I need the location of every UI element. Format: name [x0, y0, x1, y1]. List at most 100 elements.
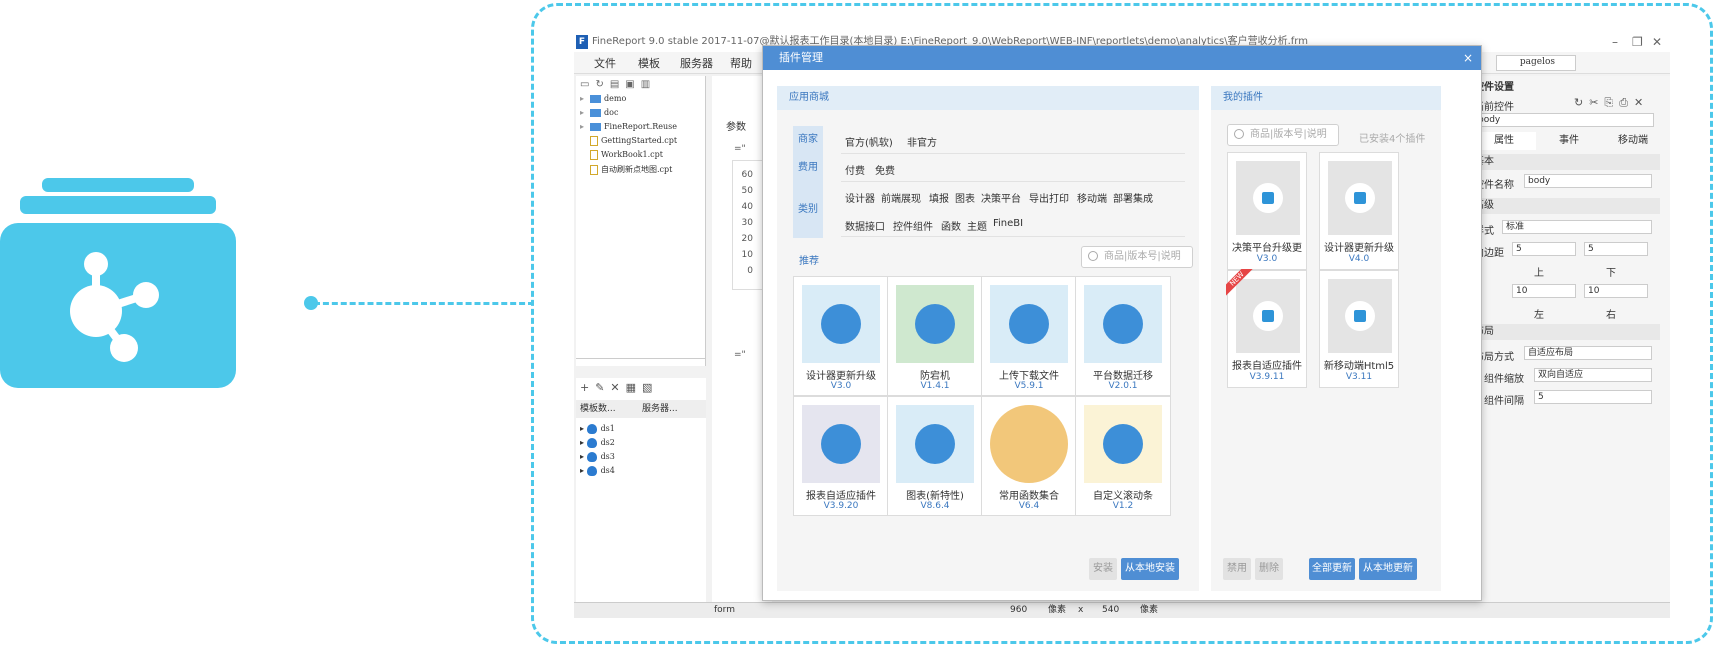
installed-plugin-card[interactable]: 新移动端Html5 V3.11 — [1319, 270, 1399, 388]
widget-select[interactable]: body — [1474, 113, 1654, 127]
category-data-interface[interactable]: 数据接口 — [845, 218, 885, 233]
tree-item[interactable]: WorkBook1.cpt — [580, 150, 663, 160]
gap-input[interactable]: 5 — [1534, 390, 1652, 404]
install-local-button[interactable]: 从本地安装 — [1121, 558, 1179, 580]
widget-toolbar-icons[interactable]: ↻✂⎘⎙✕ — [1574, 96, 1649, 110]
plugin-thumbnail-icon — [990, 285, 1068, 363]
store-plugin-card[interactable]: 报表自适应插件 V3.9.20 — [793, 396, 889, 516]
plugin-thumbnail-icon — [1084, 285, 1162, 363]
tree-item[interactable]: GettingStarted.cpt — [580, 136, 677, 146]
store-plugin-card[interactable]: 防宕机 V1.4.1 — [887, 276, 983, 396]
minimize-icon[interactable]: – — [1612, 32, 1618, 52]
plugin-version: V3.9.20 — [823, 501, 859, 511]
category-widgets[interactable]: 控件组件 — [893, 218, 933, 233]
filter-tab-category[interactable]: 类别 — [793, 182, 823, 238]
tree-item[interactable]: ▸ doc — [580, 108, 618, 117]
section-layout[interactable]: 布局 — [1472, 324, 1660, 340]
category-mobile[interactable]: 移动端 — [1077, 190, 1107, 205]
disable-button[interactable]: 禁用 — [1223, 558, 1251, 580]
tree-item[interactable]: 自动刷新点地图.cpt — [580, 164, 672, 175]
new-badge: NEW — [1226, 269, 1256, 299]
close-window-icon[interactable]: ✕ — [1652, 32, 1662, 52]
plugin-version: V3.0 — [830, 381, 852, 391]
menu-server[interactable]: 服务器 — [680, 55, 713, 71]
dataset-item[interactable]: ▸ ds4 — [580, 466, 615, 476]
category-functions[interactable]: 函数 — [941, 218, 961, 233]
install-button[interactable]: 安装 — [1089, 558, 1117, 580]
menu-file[interactable]: 文件 — [594, 55, 616, 71]
store-plugin-card[interactable]: 上传下载文件 V5.9.1 — [981, 276, 1077, 396]
layout-mode-select[interactable]: 自适应布局 — [1524, 346, 1652, 360]
tab-server-ds[interactable]: 服务器... — [642, 400, 678, 418]
category-chart[interactable]: 图表 — [955, 190, 975, 205]
tab-template-ds[interactable]: 模板数... — [580, 400, 616, 418]
my-plugins-search-input[interactable]: 商品|版本号|说明 — [1227, 124, 1339, 146]
dialog-close-button[interactable]: × — [1463, 46, 1473, 70]
app-store-pane: 应用商城 商家 费用 类别 官方(帆软) 非官方 付费 免费 设计器 前端展现 … — [777, 86, 1199, 591]
widget-name-input[interactable]: body — [1524, 174, 1652, 188]
update-local-button[interactable]: 从本地更新 — [1359, 558, 1417, 580]
fee-free[interactable]: 免费 — [875, 162, 895, 177]
filter-tab-fee[interactable]: 费用 — [793, 154, 823, 182]
installed-plugin-card[interactable]: NEW 报表自适应插件 V3.9.11 — [1226, 269, 1307, 388]
dir-bottom: 下 — [1606, 268, 1616, 279]
section-advanced[interactable]: 高级 — [1472, 198, 1660, 214]
store-plugin-card[interactable]: 自定义滚动条 V1.2 — [1075, 396, 1171, 516]
installed-plugin-card[interactable]: 决策平台升级更 V3.0 — [1227, 152, 1307, 270]
plugin-thumbnail-icon — [1084, 405, 1162, 483]
padding-right-input[interactable]: 10 — [1584, 284, 1648, 298]
menu-template[interactable]: 模板 — [638, 55, 660, 71]
category-finebi[interactable]: FineBI — [993, 218, 1023, 229]
store-plugin-card[interactable]: 设计器更新升级 V3.0 — [793, 276, 889, 396]
update-all-button[interactable]: 全部更新 — [1309, 558, 1355, 580]
settings-tabs: 属性 事件 移动端 — [1472, 132, 1666, 150]
plugin-thumbnail-icon — [1328, 279, 1392, 353]
padding-bottom-input[interactable]: 5 — [1584, 242, 1648, 256]
top-input[interactable]: pagelos — [1496, 55, 1576, 71]
datasource-pane: +✎✕▦▧ 模板数... 服务器... ▸ ds1 ▸ ds2 ▸ ds3 ▸ … — [576, 378, 706, 608]
installed-plugin-card[interactable]: 设计器更新升级 V4.0 — [1319, 152, 1399, 270]
dataset-item[interactable]: ▸ ds3 — [580, 452, 615, 462]
style-input[interactable]: 标准 — [1502, 220, 1652, 234]
plugin-name: 图表(新特性) — [906, 491, 964, 502]
tab-events[interactable]: 事件 — [1538, 132, 1600, 150]
category-platform[interactable]: 决策平台 — [981, 190, 1021, 205]
store-plugin-card[interactable]: 平台数据迁移 V2.0.1 — [1075, 276, 1171, 396]
category-fill[interactable]: 填报 — [929, 190, 949, 205]
plugin-thumbnail-icon — [896, 285, 974, 363]
tree-item[interactable]: ▸ FineReport.Reuse — [580, 122, 677, 131]
category-deploy[interactable]: 部署集成 — [1113, 190, 1153, 205]
datasource-toolbar: +✎✕▦▧ — [580, 381, 659, 394]
dir-top: 上 — [1534, 268, 1544, 279]
merchant-official[interactable]: 官方(帆软) — [845, 134, 893, 149]
scale-select[interactable]: 双向自适应 — [1534, 368, 1652, 382]
category-designer[interactable]: 设计器 — [845, 190, 875, 205]
menu-help[interactable]: 帮助 — [730, 55, 752, 71]
padding-left-input[interactable]: 10 — [1512, 284, 1576, 298]
store-plugin-card[interactable]: 图表(新特性) V8.6.4 — [887, 396, 983, 516]
delete-button[interactable]: 删除 — [1255, 558, 1283, 580]
merchant-unofficial[interactable]: 非官方 — [907, 134, 937, 149]
tab-mobile[interactable]: 移动端 — [1602, 132, 1664, 150]
plugin-version: V5.9.1 — [1014, 381, 1044, 391]
section-basic[interactable]: 基本 — [1472, 154, 1660, 170]
padding-top-input[interactable]: 5 — [1512, 242, 1576, 256]
dataset-item[interactable]: ▸ ds2 — [580, 438, 615, 448]
plugin-manager-dialog: 插件管理 × 应用商城 商家 费用 类别 官方(帆软) 非官方 付费 免费 设计… — [762, 45, 1482, 601]
dialog-header: 插件管理 × — [763, 46, 1481, 70]
fee-paid[interactable]: 付费 — [845, 162, 865, 177]
store-search-input[interactable]: 商品|版本号|说明 — [1081, 246, 1193, 268]
datasource-tabs: 模板数... 服务器... — [576, 400, 706, 418]
tree-item[interactable]: ▸ demo — [580, 94, 626, 103]
plugin-name: 新移动端Html5 — [1323, 361, 1395, 372]
category-frontend[interactable]: 前端展现 — [881, 190, 921, 205]
filter-tab-merchant[interactable]: 商家 — [793, 126, 823, 154]
search-icon — [1234, 129, 1244, 139]
param-label: 参数 — [726, 122, 746, 133]
dataset-item[interactable]: ▸ ds1 — [580, 424, 615, 434]
maximize-icon[interactable]: ❐ — [1632, 32, 1643, 52]
status-unit: 像素 — [1140, 605, 1159, 615]
store-plugin-card[interactable]: 常用函数集合 V6.4 — [981, 396, 1077, 516]
category-export[interactable]: 导出打印 — [1029, 190, 1069, 205]
category-theme[interactable]: 主题 — [967, 218, 987, 233]
